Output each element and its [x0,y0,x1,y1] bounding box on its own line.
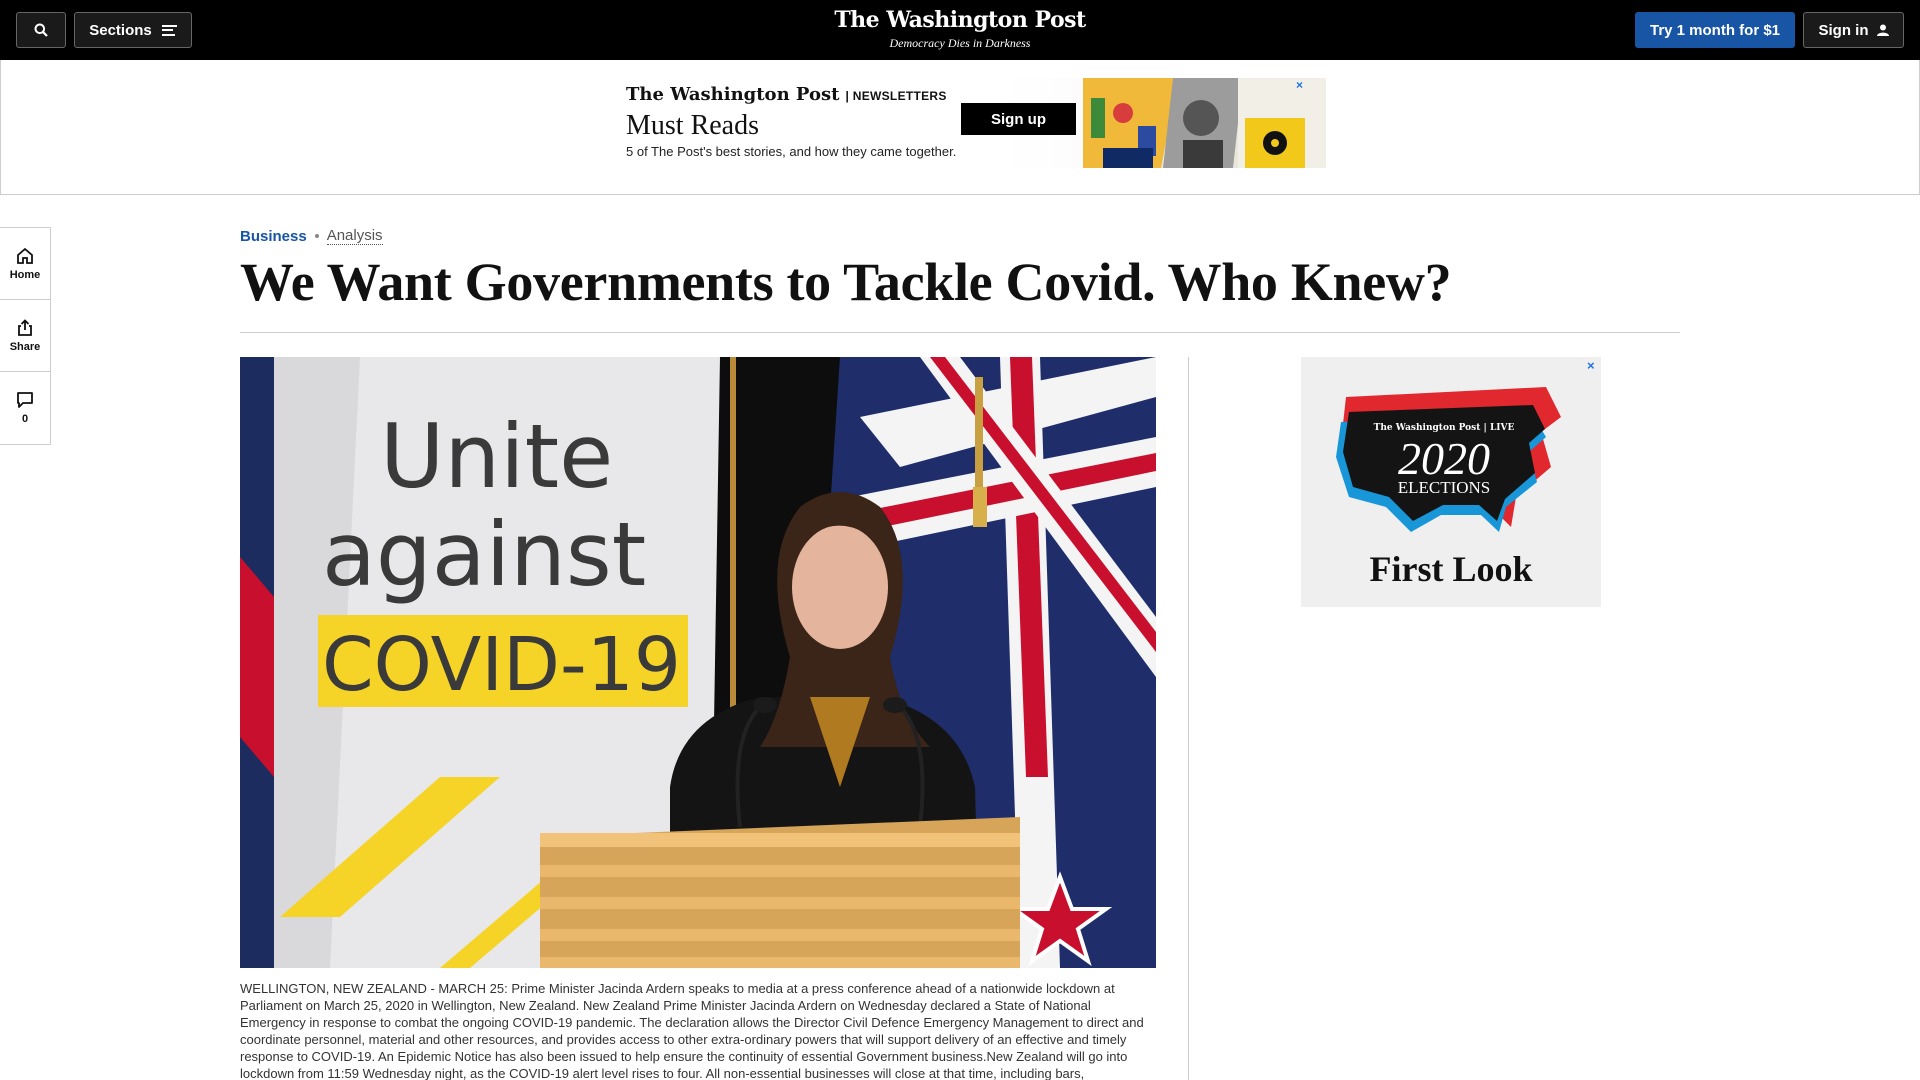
newsletter-ad[interactable]: The Washington Post | NEWSLETTERS Must Re… [611,78,1326,168]
rail-home-label: Home [9,268,41,281]
share-icon [18,318,32,336]
newsletter-collage-image: × [1083,78,1326,168]
photo-caption: WELLINGTON, NEW ZEALAND - MARCH 25: Prim… [240,981,1144,1080]
rail-home-button[interactable]: Home [0,228,50,300]
rail-comments-count: 0 [21,413,29,425]
article-headline: We Want Governments to Tackle Covid. Who… [240,252,1452,312]
lead-photo-illustration: Unite against COVID-19 [240,357,1156,968]
user-icon [1876,24,1889,36]
sign-line-3: COVID-19 [322,622,681,708]
newsletter-signup-button[interactable]: Sign up [961,103,1076,135]
ad-year: 2020 [1398,433,1490,484]
svg-text:×: × [1296,78,1303,92]
sign-line-2: against [322,503,646,606]
section-link[interactable]: Business [240,228,307,245]
headline-divider [240,332,1680,333]
kicker-separator [314,234,319,238]
home-icon [17,247,33,264]
sections-label: Sections [89,21,152,39]
masthead-tagline: Democracy Dies in Darkness [889,36,1031,50]
elections-ad-illustration: The Washington Post | LIVE 2020 ELECTION… [1301,357,1601,607]
rail-share-button[interactable]: Share [0,300,50,372]
search-icon [34,23,48,37]
signin-button[interactable]: Sign in [1803,12,1904,48]
left-action-rail: Home Share 0 [0,227,51,445]
newsletter-brand-logo: The Washington Post [626,84,840,105]
search-button[interactable] [16,12,66,48]
ad-title: ELECTIONS [1398,478,1491,497]
article-lead-photo[interactable]: Unite against COVID-19 [240,357,1156,968]
sections-button[interactable]: Sections [74,12,192,48]
rail-share-label: Share [9,340,41,353]
comment-icon [17,392,33,408]
newsletter-ad-brand: The Washington Post | NEWSLETTERS [626,84,947,105]
ad-brand-tag: LIVE [1490,423,1515,433]
ad-brand: The Washington Post [1374,423,1482,433]
signin-label: Sign in [1818,21,1869,39]
top-ad-banner: The Washington Post | NEWSLETTERS Must Re… [0,60,1920,195]
ad-close-icon[interactable]: × [1587,358,1595,373]
newsletter-category-text: NEWSLETTERS [852,89,947,103]
svg-text:The Washington Post | LIVE: The Washington Post | LIVE [1374,423,1515,433]
ad-cta: First Look [1369,549,1532,589]
newsletter-subtitle: 5 of The Post's best stories, and how th… [626,144,957,159]
elections-ad[interactable]: The Washington Post | LIVE 2020 ELECTION… [1301,357,1601,607]
sign-line-1: Unite [380,405,613,508]
analysis-label[interactable]: Analysis [326,227,383,245]
article-kicker: Business Analysis [240,227,383,245]
rail-comments-button[interactable]: 0 [0,372,50,444]
column-divider [1188,357,1189,1080]
top-navigation: Sections The Washington Post Democracy D… [0,0,1920,60]
masthead[interactable]: The Washington Post Democracy Dies in Da… [760,4,1160,50]
newsletter-title: Must Reads [626,110,759,141]
masthead-logo[interactable]: The Washington Post [760,4,1160,36]
hamburger-icon [161,24,177,36]
subscribe-button[interactable]: Try 1 month for $1 [1635,12,1795,48]
newsletter-category: | NEWSLETTERS [845,89,947,103]
